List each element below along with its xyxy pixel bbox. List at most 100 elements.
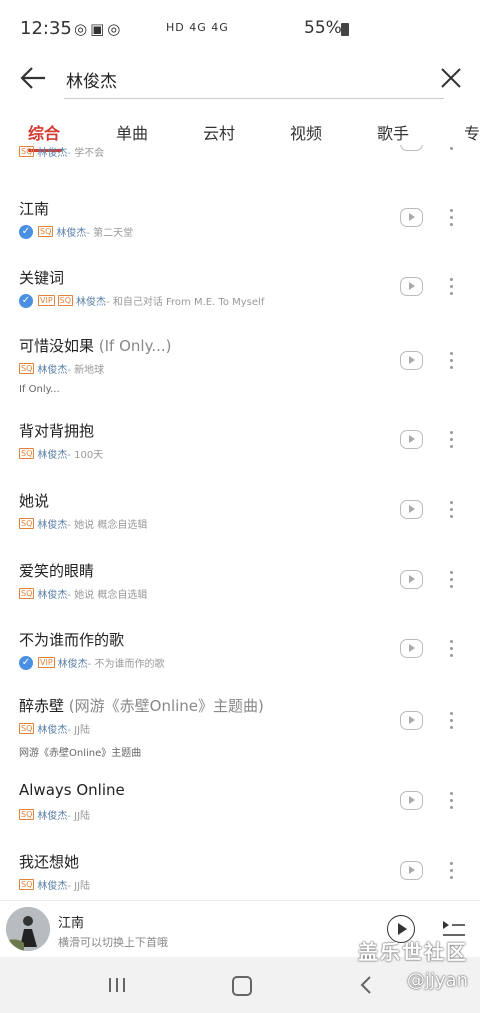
- song-artist[interactable]: 林俊杰: [76, 293, 106, 308]
- watermark-handle: @jjyan: [406, 970, 468, 991]
- song-row[interactable]: SQ 林俊杰 - 学不会: [0, 145, 480, 204]
- tab-songs[interactable]: 单曲: [116, 120, 148, 144]
- song-artist[interactable]: 林俊杰: [37, 145, 67, 159]
- more-options-icon[interactable]: [450, 431, 454, 452]
- more-options-icon[interactable]: [450, 640, 454, 661]
- song-row[interactable]: 我还想她 SQ 林俊杰 - JJ陆: [0, 851, 480, 900]
- verified-check-icon: ✓: [19, 224, 33, 239]
- search-input[interactable]: 林俊杰: [66, 67, 117, 92]
- song-title: 爱笑的眼睛: [19, 562, 95, 580]
- more-options-icon[interactable]: [450, 209, 454, 230]
- song-row[interactable]: 醉赤壁 (网游《赤壁Online》主题曲) SQ 林俊杰 - JJ陆 网游《赤壁Onl…: [0, 695, 480, 759]
- song-artist[interactable]: 林俊杰: [37, 877, 67, 892]
- tab-artists[interactable]: 歌手: [377, 120, 409, 144]
- home-icon[interactable]: [232, 976, 252, 996]
- vip-badge: VIP: [38, 295, 55, 306]
- song-artist[interactable]: 林俊杰: [37, 721, 67, 736]
- more-options-icon[interactable]: [450, 145, 454, 154]
- verified-check-icon: ✓: [19, 655, 33, 670]
- song-meta: SQ 林俊杰 - JJ陆: [19, 877, 90, 892]
- song-artist[interactable]: 林俊杰: [37, 446, 67, 461]
- play-video-icon[interactable]: [400, 500, 423, 519]
- song-album: - 新地球: [67, 365, 105, 376]
- tab-videos[interactable]: 视频: [290, 120, 322, 144]
- song-artist[interactable]: 林俊杰: [58, 655, 88, 670]
- sq-badge: SQ: [38, 226, 54, 237]
- more-options-icon[interactable]: [450, 571, 454, 592]
- song-title: 背对背拥抱: [19, 422, 95, 440]
- nav-back-icon[interactable]: [356, 975, 376, 995]
- song-album: - JJ陆: [67, 811, 91, 822]
- play-video-icon[interactable]: [400, 711, 423, 730]
- sq-badge: SQ: [19, 448, 35, 459]
- song-row[interactable]: 背对背拥抱 SQ 林俊杰 - 100天: [0, 420, 480, 484]
- song-album: - 和自己对话 From M.E. To Myself: [106, 297, 265, 308]
- more-options-icon[interactable]: [450, 792, 454, 813]
- song-row[interactable]: 她说 SQ 林俊杰 - 她说 概念自选辑: [0, 490, 480, 554]
- play-video-icon[interactable]: [400, 351, 423, 370]
- tab-community[interactable]: 云村: [203, 120, 235, 144]
- song-subtitle: (If Only...): [94, 337, 172, 355]
- song-album: - 学不会: [67, 148, 105, 159]
- sq-badge: SQ: [19, 146, 35, 157]
- recent-apps-icon[interactable]: [107, 977, 127, 993]
- song-meta: SQ 林俊杰 - 100天: [19, 446, 103, 461]
- sq-badge: SQ: [19, 879, 35, 890]
- song-row[interactable]: 江南 ✓ SQ 林俊杰 - 第二天堂: [0, 198, 480, 262]
- close-icon[interactable]: [438, 65, 464, 91]
- watermark-title: 盖乐世社区: [358, 940, 468, 964]
- song-meta: SQ 林俊杰 - 她说 概念自选辑: [19, 586, 147, 601]
- song-artist[interactable]: 林俊杰: [37, 516, 67, 531]
- song-album: - 100天: [67, 450, 104, 461]
- status-time: 12:35: [20, 18, 72, 39]
- song-title: 可惜没如果 (If Only...): [19, 337, 172, 355]
- song-artist[interactable]: 林俊杰: [56, 224, 86, 239]
- song-row[interactable]: 不为谁而作的歌 ✓ VIP 林俊杰 - 不为谁而作的歌: [0, 629, 480, 693]
- play-video-icon[interactable]: [400, 145, 423, 151]
- search-underline: [64, 98, 444, 99]
- album-cover[interactable]: [6, 907, 50, 951]
- play-video-icon[interactable]: [400, 861, 423, 880]
- more-options-icon[interactable]: [450, 501, 454, 522]
- song-row[interactable]: Always Online SQ 林俊杰 - JJ陆: [0, 781, 480, 845]
- song-album: - JJ陆: [67, 725, 91, 736]
- play-video-icon[interactable]: [400, 277, 423, 296]
- player-title: 江南: [58, 916, 85, 931]
- song-title: Always Online: [19, 781, 125, 799]
- sq-badge: SQ: [19, 809, 35, 820]
- song-album: - 第二天堂: [86, 228, 134, 239]
- play-video-icon[interactable]: [400, 639, 423, 658]
- battery-icon: [341, 23, 349, 36]
- player-hint: 横滑可以切换上下首哦: [58, 936, 168, 949]
- play-video-icon[interactable]: [400, 208, 423, 227]
- song-meta: ✓ VIP 林俊杰 - 不为谁而作的歌: [19, 655, 164, 670]
- status-bar: 12:35 ◎▣◎ HD 4G 4G 55%: [0, 0, 480, 60]
- song-title: 我还想她: [19, 853, 80, 871]
- playlist-icon[interactable]: [440, 918, 466, 938]
- more-options-icon[interactable]: [450, 862, 454, 883]
- tab-albums[interactable]: 专: [464, 120, 480, 144]
- play-video-icon[interactable]: [400, 791, 423, 810]
- song-row[interactable]: 可惜没如果 (If Only...) SQ 林俊杰 - 新地球 If Only...: [0, 335, 480, 399]
- more-options-icon[interactable]: [450, 278, 454, 299]
- notification-icons: ◎▣◎: [74, 20, 124, 38]
- song-title: 关键词: [19, 269, 65, 287]
- song-album: - 不为谁而作的歌: [87, 659, 165, 670]
- song-row[interactable]: 爱笑的眼睛 SQ 林俊杰 - 她说 概念自选辑: [0, 560, 480, 624]
- cover-figure-icon: [6, 907, 50, 951]
- song-title: 不为谁而作的歌: [19, 631, 125, 649]
- play-video-icon[interactable]: [400, 570, 423, 589]
- song-list: SQ 林俊杰 - 学不会 江南 ✓ SQ 林俊杰 - 第二天堂 关键词 ✓ VIP SQ 林俊杰 -…: [0, 145, 480, 900]
- song-meta: ✓ VIP SQ 林俊杰 - 和自己对话 From M.E. To Myself: [19, 293, 264, 308]
- song-artist[interactable]: 林俊杰: [37, 361, 67, 376]
- song-row[interactable]: 关键词 ✓ VIP SQ 林俊杰 - 和自己对话 From M.E. To Myself: [0, 267, 480, 331]
- song-artist[interactable]: 林俊杰: [37, 807, 67, 822]
- song-meta: ✓ SQ 林俊杰 - 第二天堂: [19, 224, 133, 239]
- song-title: 醉赤壁 (网游《赤壁Online》主题曲): [19, 697, 264, 715]
- song-artist[interactable]: 林俊杰: [37, 586, 67, 601]
- play-video-icon[interactable]: [400, 430, 423, 449]
- tab-all[interactable]: 综合: [28, 120, 60, 144]
- more-options-icon[interactable]: [450, 712, 454, 733]
- more-options-icon[interactable]: [450, 352, 454, 373]
- back-arrow-icon[interactable]: [18, 63, 48, 93]
